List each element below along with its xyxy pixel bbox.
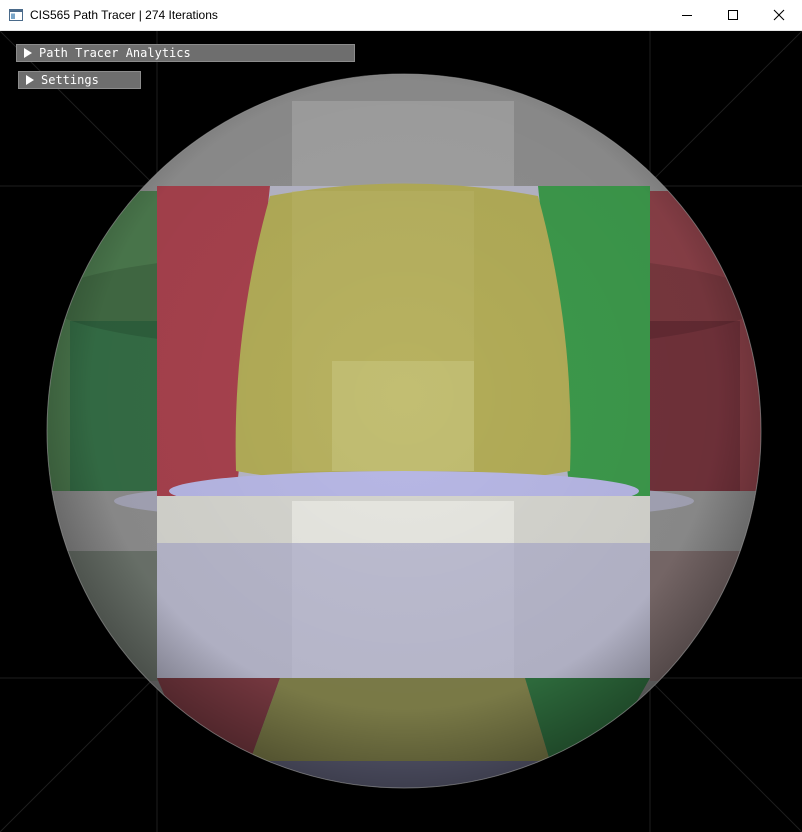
window-title: CIS565 Path Tracer | 274 Iterations (30, 8, 218, 22)
maximize-button[interactable] (710, 0, 756, 30)
triangle-right-icon (24, 48, 32, 58)
minimize-icon (682, 15, 692, 16)
settings-header[interactable]: Settings (18, 71, 141, 89)
triangle-right-icon (26, 75, 34, 85)
path-tracer-analytics-label: Path Tracer Analytics (39, 46, 191, 60)
close-icon (773, 9, 785, 21)
settings-label: Settings (41, 73, 99, 87)
sphere-rim-shading (47, 74, 761, 788)
minimize-button[interactable] (664, 0, 710, 30)
app-window: CIS565 Path Tracer | 274 Iterations Path… (0, 0, 802, 832)
title-bar[interactable]: CIS565 Path Tracer | 274 Iterations (0, 0, 802, 31)
path-traced-render (0, 31, 802, 832)
close-button[interactable] (756, 0, 802, 30)
app-window-icon (9, 9, 23, 21)
path-tracer-analytics-header[interactable]: Path Tracer Analytics (16, 44, 355, 62)
maximize-icon (728, 10, 738, 20)
render-viewport[interactable]: Path Tracer Analytics Settings (0, 31, 802, 832)
